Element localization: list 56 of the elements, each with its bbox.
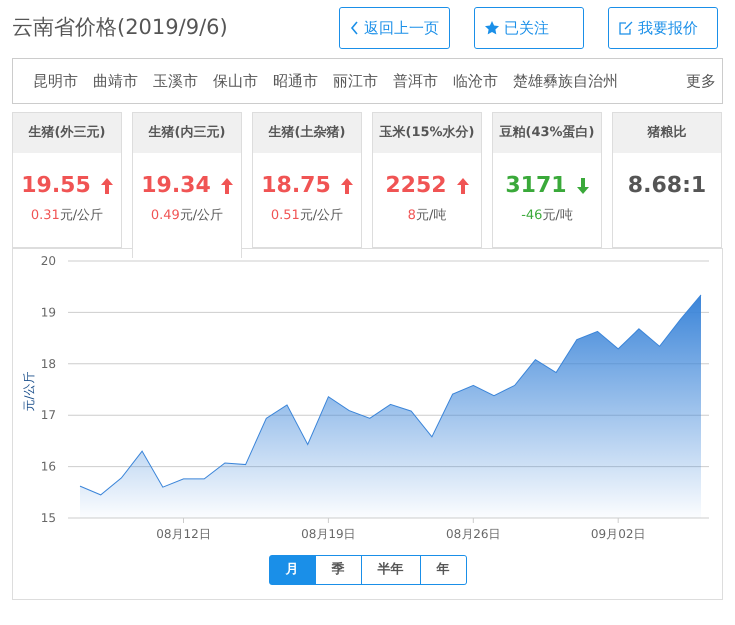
price-value: 2252	[385, 172, 447, 200]
more-link[interactable]: 更多	[686, 70, 716, 92]
page-title: 云南省价格(2019/9/6)	[12, 14, 228, 42]
price-value: 18.75	[261, 172, 331, 200]
price-card[interactable]: 生猪(外三元) 19.55 0.31元/公斤	[12, 112, 122, 248]
city-link[interactable]: 昭通市	[273, 70, 318, 92]
city-link[interactable]: 玉溪市	[153, 70, 198, 92]
price-change: 0.31元/公斤	[30, 207, 104, 225]
edit-icon	[619, 21, 633, 35]
price-card[interactable]: 豆粕(43%蛋白) 3171 -46元/吨	[492, 112, 602, 248]
y-tick-label: 18	[40, 356, 56, 371]
y-axis-title: 元/公斤	[22, 371, 36, 412]
price-value: 19.55	[21, 172, 91, 200]
x-tick-label: 08月12日	[156, 527, 211, 541]
card-title: 猪粮比	[613, 113, 721, 153]
city-link[interactable]: 普洱市	[393, 70, 438, 92]
city-link[interactable]: 丽江市	[333, 70, 378, 92]
x-tick-label: 08月26日	[446, 527, 501, 541]
city-link[interactable]: 临沧市	[453, 70, 498, 92]
card-title: 玉米(15%水分)	[373, 113, 481, 153]
range-tab[interactable]: 半年	[362, 555, 420, 585]
card-title: 生猪(外三元)	[13, 113, 121, 153]
price-card[interactable]: 生猪(内三元) 19.34 0.49元/公斤	[132, 112, 242, 258]
y-tick-label: 16	[40, 460, 56, 474]
y-tick-label: 19	[40, 305, 56, 320]
price-card[interactable]: 生猪(土杂猪) 18.75 0.51元/公斤	[252, 112, 362, 248]
x-tick-label: 09月02日	[590, 527, 646, 541]
price-card[interactable]: 玉米(15%水分) 2252 8元/吨	[372, 112, 482, 248]
back-icon	[350, 21, 359, 35]
up-arrow-icon	[100, 178, 113, 194]
card-title: 豆粕(43%蛋白)	[493, 113, 601, 153]
y-tick-label: 17	[40, 408, 56, 422]
range-tab[interactable]: 年	[420, 555, 466, 585]
y-tick-label: 20	[40, 254, 56, 268]
price-change: 0.51元/公斤	[270, 207, 344, 225]
city-link[interactable]: 昆明市	[33, 70, 78, 92]
y-tick-label: 15	[40, 511, 56, 525]
city-link[interactable]: 楚雄彝族自治州	[513, 70, 618, 92]
up-arrow-icon	[456, 178, 469, 194]
city-link[interactable]: 保山市	[213, 70, 258, 92]
price-card[interactable]: 猪粮比 8.68:1	[612, 112, 722, 248]
star-icon	[485, 21, 499, 35]
up-arrow-icon	[340, 178, 353, 194]
price-value: 8.68:1	[628, 172, 706, 200]
card-title: 生猪(内三元)	[133, 113, 241, 153]
x-tick-label: 08月19日	[301, 527, 356, 541]
price-change: -46元/吨	[520, 207, 574, 225]
price-value: 3171	[505, 172, 567, 200]
card-title: 生猪(土杂猪)	[253, 113, 361, 153]
price-change: 0.49元/公斤	[150, 207, 224, 225]
price-change: 8元/吨	[406, 207, 448, 225]
price-value: 19.34	[141, 172, 211, 200]
up-arrow-icon	[220, 178, 233, 194]
range-tab[interactable]: 季	[316, 555, 362, 585]
city-link[interactable]: 曲靖市	[93, 70, 138, 92]
down-arrow-icon	[576, 178, 589, 194]
